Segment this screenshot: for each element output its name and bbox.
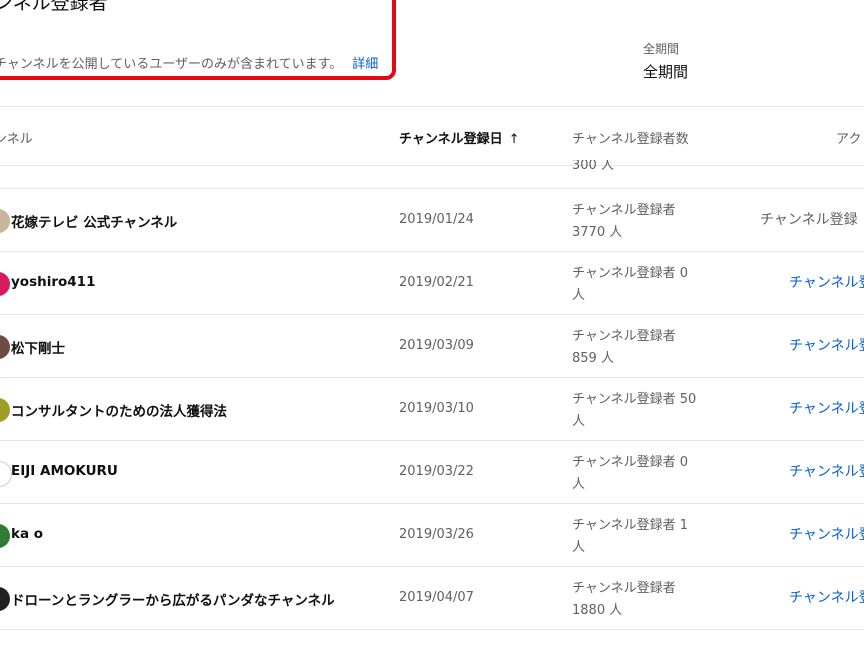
table-row: EIJI AMOKURU 2019/03/22 チャンネル登録者 0 人 チャンネル登 — [0, 441, 864, 504]
subscriber-count: チャンネル登録者 1880 人 — [572, 581, 676, 618]
subscribe-button[interactable]: チャンネル登 — [789, 335, 864, 355]
subscribe-button[interactable]: チャンネル登 — [789, 272, 864, 292]
channel-name[interactable]: ドローンとラングラーから広がるパンダなチャンネル — [11, 589, 335, 609]
card-description-text: チャンネルを公開しているユーザーのみが含まれています。 — [0, 57, 343, 72]
subscribe-date: 2019/03/09 — [399, 338, 474, 353]
period-label: 全期間 — [643, 42, 680, 56]
channel-avatar[interactable] — [0, 398, 10, 422]
subscriber-count: チャンネル登録者 0 人 — [572, 455, 689, 492]
subscribe-date: 2019/04/07 — [399, 590, 474, 605]
header-action: アク — [836, 132, 862, 147]
subscriber-count: チャンネル登録者 0 人 — [572, 266, 689, 303]
subscribers-page: ンネル登録者 チャンネルを公開しているユーザーのみが含まれています。 詳細 全期間… — [0, 0, 864, 648]
channel-avatar[interactable] — [0, 272, 10, 296]
header-subscribe-date-label: チャンネル登録日 — [399, 132, 503, 147]
subscribe-button[interactable]: チャンネル登 — [789, 461, 864, 481]
channel-avatar[interactable] — [0, 524, 10, 548]
subscribe-button[interactable]: チャンネル登 — [789, 398, 864, 418]
channel-name[interactable]: yoshiro411 — [11, 274, 95, 290]
card-description: チャンネルを公開しているユーザーのみが含まれています。 詳細 — [0, 53, 378, 72]
subscribe-date: 2019/02/21 — [399, 275, 474, 290]
channel-name[interactable]: 松下剛士 — [11, 337, 65, 357]
channel-name[interactable]: コンサルタントのための法人獲得法 — [11, 400, 227, 420]
channel-name[interactable]: EIJI AMOKURU — [11, 463, 118, 479]
table-row: 松下剛士 2019/03/09 チャンネル登録者 859 人 チャンネル登 — [0, 315, 864, 378]
channel-avatar[interactable] — [0, 335, 10, 359]
channel-avatar[interactable] — [0, 587, 10, 611]
subscriber-count: チャンネル登録者 859 人 — [572, 329, 676, 366]
subscriber-count: チャンネル登録者 50 人 — [572, 392, 697, 429]
table-row: yoshiro411 2019/02/21 チャンネル登録者 0 人 チャンネル登 — [0, 252, 864, 315]
channel-name[interactable]: 花嫁テレビ 公式チャンネル — [11, 211, 177, 231]
subscribe-date: 2019/03/26 — [399, 527, 474, 542]
details-link[interactable]: 詳細 — [352, 57, 378, 72]
channel-avatar[interactable] — [0, 209, 10, 233]
channel-name[interactable]: ka o — [11, 526, 43, 542]
subscriber-count: 300 人 — [572, 160, 614, 173]
subscribe-date: 2019/01/24 — [399, 212, 474, 227]
period-value[interactable]: 全期間 — [643, 61, 688, 82]
subscriber-count: チャンネル登録者 1 人 — [572, 518, 689, 555]
period-selector[interactable]: 全期間 全期間 — [643, 40, 688, 82]
card-title: ンネル登録者 — [0, 0, 108, 14]
header-subscribe-date[interactable]: チャンネル登録日 ↑ — [399, 128, 520, 147]
header-channel[interactable]: ンネル — [0, 128, 33, 147]
subscribe-button[interactable]: チャンネル登録 — [760, 209, 858, 229]
table-row: ドローンとラングラーから広がるパンダなチャンネル 2019/04/07 チャンネル登… — [0, 567, 864, 630]
sort-ascending-icon: ↑ — [508, 132, 520, 147]
table-row: コンサルタントのための法人獲得法 2019/03/10 チャンネル登録者 50 人 チ… — [0, 378, 864, 441]
table-row: ka o 2019/03/26 チャンネル登録者 1 人 チャンネル登 — [0, 504, 864, 567]
header-subscriber-count[interactable]: チャンネル登録者数 — [572, 128, 689, 147]
subscribe-date: 2019/03/10 — [399, 401, 474, 416]
subscriber-count: チャンネル登録者 3770 人 — [572, 203, 676, 240]
table-row-partial: 300 人 — [0, 160, 864, 189]
table-row: 花嫁テレビ 公式チャンネル 2019/01/24 チャンネル登録者 3770 人 チャ… — [0, 189, 864, 252]
subscribe-button[interactable]: チャンネル登 — [789, 587, 864, 607]
divider — [0, 106, 864, 107]
subscribe-button[interactable]: チャンネル登 — [789, 524, 864, 544]
subscribe-date: 2019/03/22 — [399, 464, 474, 479]
